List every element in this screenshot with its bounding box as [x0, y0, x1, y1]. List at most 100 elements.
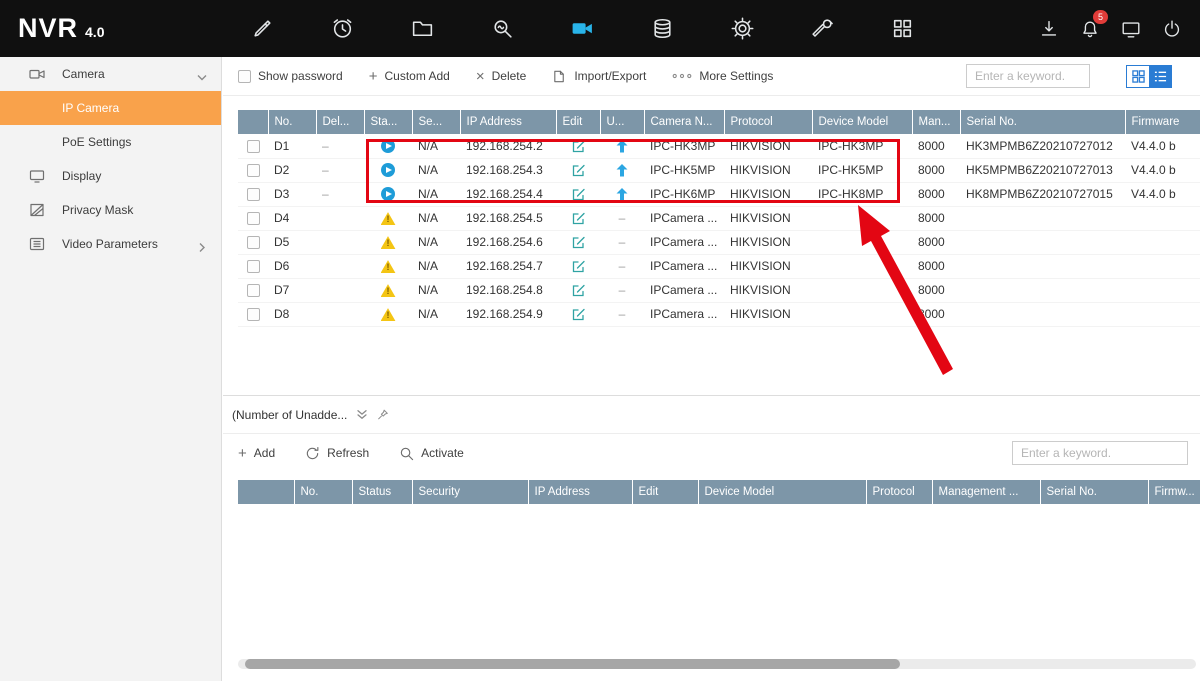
column-header[interactable]: U... — [599, 110, 644, 134]
column-header[interactable]: Firmw... — [1147, 480, 1200, 504]
row-checkbox[interactable] — [246, 236, 260, 250]
column-header[interactable]: Protocol — [865, 480, 932, 504]
upgrade-icon[interactable] — [616, 139, 628, 153]
download-icon[interactable] — [1037, 17, 1061, 41]
logo-version: 4.0 — [85, 24, 105, 40]
column-header[interactable]: IP Address — [459, 110, 556, 134]
collapse-double-chevron-icon[interactable] — [356, 409, 368, 420]
column-header[interactable]: Man... — [911, 110, 960, 134]
column-header[interactable]: Edit — [555, 110, 600, 134]
column-header[interactable] — [238, 480, 294, 504]
edit-icon[interactable] — [572, 283, 585, 297]
scrollbar-thumb[interactable] — [245, 659, 900, 669]
custom-add-button[interactable]: + Custom Add — [369, 69, 450, 84]
edit-icon[interactable] — [572, 163, 585, 177]
maintenance-icon[interactable] — [782, 0, 862, 57]
alarm-badge: 5 — [1093, 9, 1108, 24]
column-header[interactable]: IP Address — [527, 480, 632, 504]
main-content: Show password + Custom Add × Delete Impo… — [223, 57, 1200, 681]
playback-icon[interactable] — [302, 0, 382, 57]
list-view-button[interactable] — [1149, 64, 1172, 88]
more-settings-button[interactable]: More Settings — [672, 69, 773, 83]
sidebar-item-display[interactable]: Display — [0, 159, 221, 193]
edit-icon[interactable] — [572, 139, 585, 153]
search-input[interactable] — [966, 64, 1090, 88]
file-management-icon[interactable] — [382, 0, 462, 57]
show-password-toggle[interactable]: Show password — [238, 69, 343, 83]
cell-mgmt: 8000 — [912, 134, 960, 159]
storage-icon[interactable] — [622, 0, 702, 57]
row-checkbox[interactable] — [246, 284, 260, 298]
delete-button[interactable]: × Delete — [476, 69, 526, 84]
screen-icon[interactable] — [1119, 17, 1143, 41]
status-warning-icon: ! — [380, 212, 396, 226]
table-row[interactable]: D8! N/A 192.168.254.9 – IPCamera ... HIKVISIO… — [238, 302, 1200, 327]
unadded-search-input[interactable] — [1012, 441, 1188, 465]
table-row[interactable]: D6! N/A 192.168.254.7 – IPCamera ... HIKVISIO… — [238, 254, 1200, 279]
cell-ip: 192.168.254.4 — [460, 182, 556, 207]
edit-icon[interactable] — [572, 307, 585, 321]
column-header[interactable]: Del... — [315, 110, 364, 134]
table-row[interactable]: D3– N/A 192.168.254.4 IPC-HK6MP HIKVISION IPC… — [238, 182, 1200, 207]
activate-button[interactable]: Activate — [399, 446, 464, 461]
column-header[interactable]: Serial No. — [959, 110, 1125, 134]
column-header[interactable]: No. — [293, 480, 352, 504]
row-checkbox[interactable] — [246, 260, 260, 274]
row-checkbox[interactable] — [246, 308, 260, 322]
more-modules-icon[interactable] — [862, 0, 942, 57]
upgrade-icon[interactable] — [616, 163, 628, 177]
power-icon[interactable] — [1160, 17, 1184, 41]
camera-module-icon[interactable] — [542, 0, 622, 57]
table-row[interactable]: D2– N/A 192.168.254.3 IPC-HK5MP HIKVISION IPC… — [238, 158, 1200, 183]
tools-icon[interactable] — [222, 0, 302, 57]
column-header[interactable]: Serial No. — [1039, 480, 1148, 504]
smart-analysis-icon[interactable] — [462, 0, 542, 57]
sidebar-item-video-parameters[interactable]: Video Parameters — [0, 227, 221, 261]
sidebar-item-camera[interactable]: Camera — [0, 57, 221, 91]
sidebar-item-ip-camera[interactable]: IP Camera — [0, 91, 221, 125]
edit-icon[interactable] — [572, 235, 585, 249]
column-header[interactable]: Firmware — [1124, 110, 1200, 134]
system-config-icon[interactable] — [702, 0, 782, 57]
table-row[interactable]: D7! N/A 192.168.254.8 – IPCamera ... HIKVISIO… — [238, 278, 1200, 303]
column-header[interactable]: Protocol — [723, 110, 812, 134]
row-checkbox[interactable] — [246, 164, 260, 178]
camera-toolbar: Show password + Custom Add × Delete Impo… — [223, 57, 1200, 96]
cell-serial — [960, 278, 1125, 303]
cell-edit — [556, 230, 600, 255]
table-row[interactable]: D4! N/A 192.168.254.5 – IPCamera ... HIKVISIO… — [238, 206, 1200, 231]
table-row[interactable]: D1– N/A 192.168.254.2 IPC-HK3MP HIKVISION IPC… — [238, 134, 1200, 159]
alarm-bell-icon[interactable]: 5 — [1078, 9, 1108, 41]
grid-view-button[interactable] — [1126, 64, 1149, 88]
column-header[interactable]: No. — [267, 110, 316, 134]
row-checkbox[interactable] — [246, 212, 260, 226]
panel-title: (Number of Unadde... — [232, 407, 348, 422]
column-header[interactable]: Se... — [411, 110, 460, 134]
cell-camera: IPCamera ... — [644, 278, 724, 303]
column-header[interactable] — [238, 110, 268, 134]
column-header[interactable]: Security — [411, 480, 528, 504]
sidebar-item-poe-settings[interactable]: PoE Settings — [0, 125, 221, 159]
refresh-button[interactable]: Refresh — [305, 446, 369, 461]
pin-icon[interactable] — [377, 409, 389, 420]
column-header[interactable]: Edit — [631, 480, 698, 504]
column-header[interactable]: Device Model — [811, 110, 912, 134]
table-row[interactable]: D5! N/A 192.168.254.6 – IPCamera ... HIKVISIO… — [238, 230, 1200, 255]
column-header[interactable]: Sta... — [363, 110, 412, 134]
column-header[interactable]: Camera N... — [643, 110, 724, 134]
column-header[interactable]: Status — [351, 480, 412, 504]
row-checkbox[interactable] — [246, 188, 260, 202]
edit-icon[interactable] — [572, 211, 585, 225]
column-header[interactable]: Device Model — [697, 480, 866, 504]
row-checkbox[interactable] — [246, 139, 260, 153]
upgrade-icon[interactable] — [616, 187, 628, 201]
import-export-button[interactable]: Import/Export — [552, 69, 646, 84]
show-password-checkbox[interactable] — [238, 69, 251, 83]
no-upgrade-dash: – — [618, 283, 626, 297]
edit-icon[interactable] — [572, 187, 585, 201]
add-button[interactable]: + Add — [238, 446, 275, 461]
column-header[interactable]: Management ... — [931, 480, 1040, 504]
edit-icon[interactable] — [572, 259, 585, 273]
sidebar-item-privacy-mask[interactable]: Privacy Mask — [0, 193, 221, 227]
horizontal-scrollbar[interactable] — [238, 659, 1196, 669]
